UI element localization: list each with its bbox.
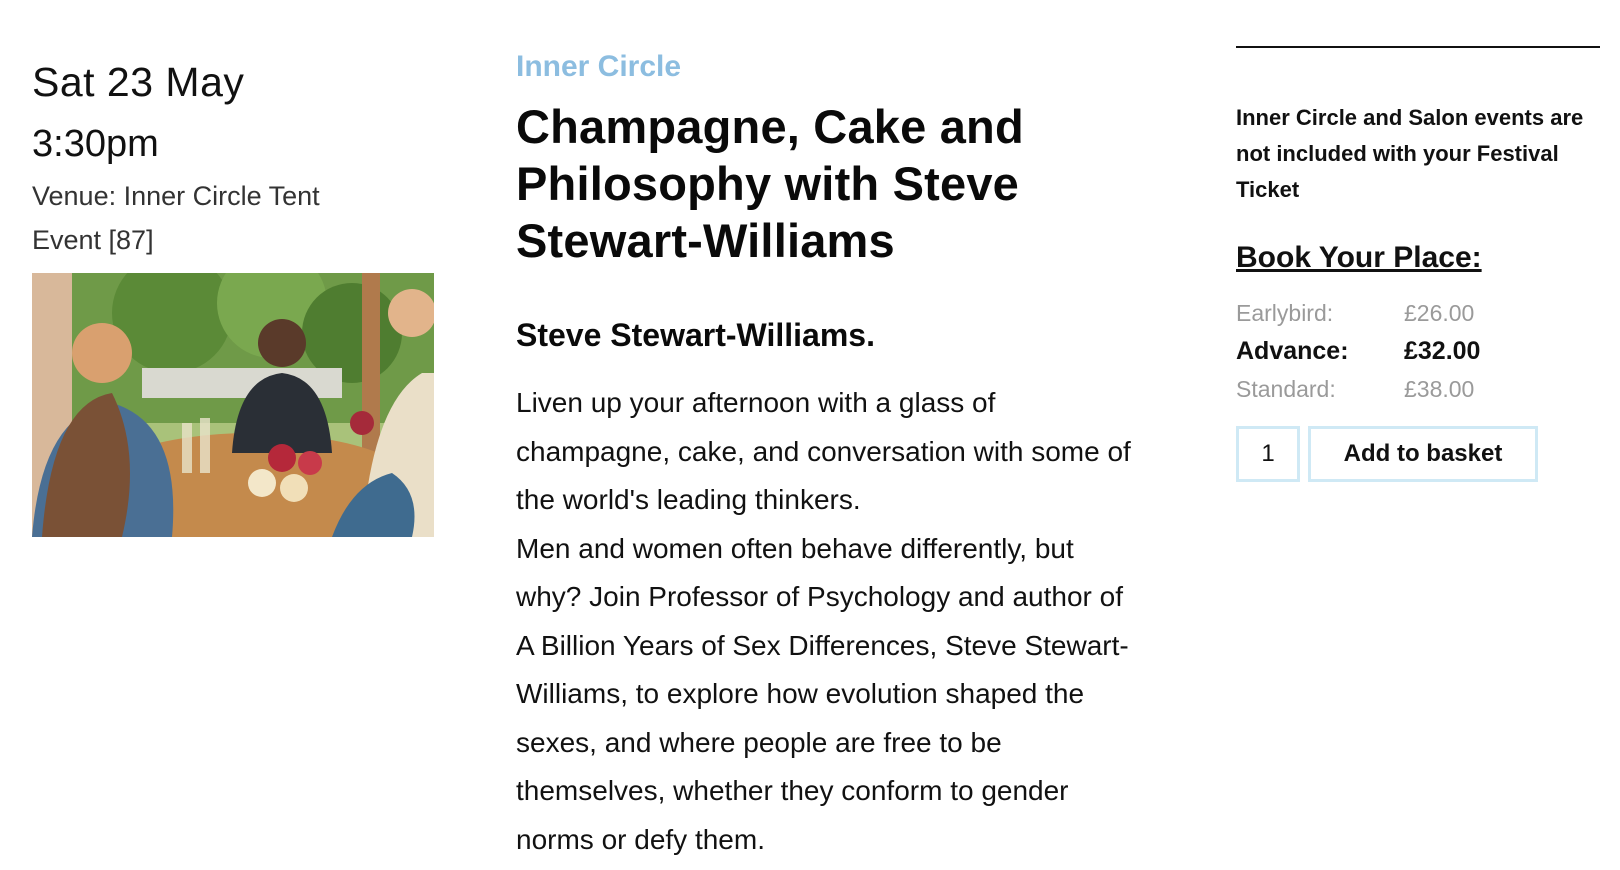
event-details-column: Inner Circle Champagne, Cake and Philoso… xyxy=(516,44,1136,864)
price-row-standard: Standard: £38.00 xyxy=(1236,370,1600,408)
event-date: Sat 23 May xyxy=(32,59,245,105)
ticket-notice: Inner Circle and Salon events are not in… xyxy=(1236,105,1584,202)
divider xyxy=(1236,46,1600,48)
event-time: 3:30pm xyxy=(32,123,159,165)
event-title: Champagne, Cake and Philosophy with Stev… xyxy=(516,100,1024,267)
book-heading: Book Your Place: xyxy=(1236,241,1482,274)
quantity-input[interactable] xyxy=(1236,426,1300,482)
event-number: Event [87] xyxy=(32,225,154,255)
event-speaker: Steve Stewart-Williams. xyxy=(516,317,875,353)
price-label: Earlybird: xyxy=(1236,300,1334,326)
price-value: £38.00 xyxy=(1404,376,1475,402)
description-paragraph: Liven up your afternoon with a glass of … xyxy=(516,387,1131,515)
description-paragraph: Men and women often behave differently, … xyxy=(516,532,1129,855)
event-info-column: Sat 23 May 3:30pm Venue: Inner Circle Te… xyxy=(32,52,434,537)
price-list: Earlybird: £26.00 Advance: £32.00 Standa… xyxy=(1236,294,1600,408)
event-category[interactable]: Inner Circle xyxy=(516,44,1136,90)
price-value: £26.00 xyxy=(1404,300,1475,326)
event-photo xyxy=(32,273,434,537)
booking-panel: Inner Circle and Salon events are not in… xyxy=(1236,46,1600,482)
add-to-basket-button[interactable]: Add to basket xyxy=(1308,426,1538,482)
basket-controls: Add to basket xyxy=(1236,426,1600,482)
price-label: Advance: xyxy=(1236,337,1349,365)
event-page: Sat 23 May 3:30pm Venue: Inner Circle Te… xyxy=(0,0,1620,870)
event-description: Liven up your afternoon with a glass of … xyxy=(516,379,1136,864)
price-label: Standard: xyxy=(1236,376,1336,402)
price-value: £32.00 xyxy=(1404,337,1481,365)
price-row-advance: Advance: £32.00 xyxy=(1236,332,1600,370)
event-venue: Venue: Inner Circle Tent xyxy=(32,181,320,211)
price-row-earlybird: Earlybird: £26.00 xyxy=(1236,294,1600,332)
